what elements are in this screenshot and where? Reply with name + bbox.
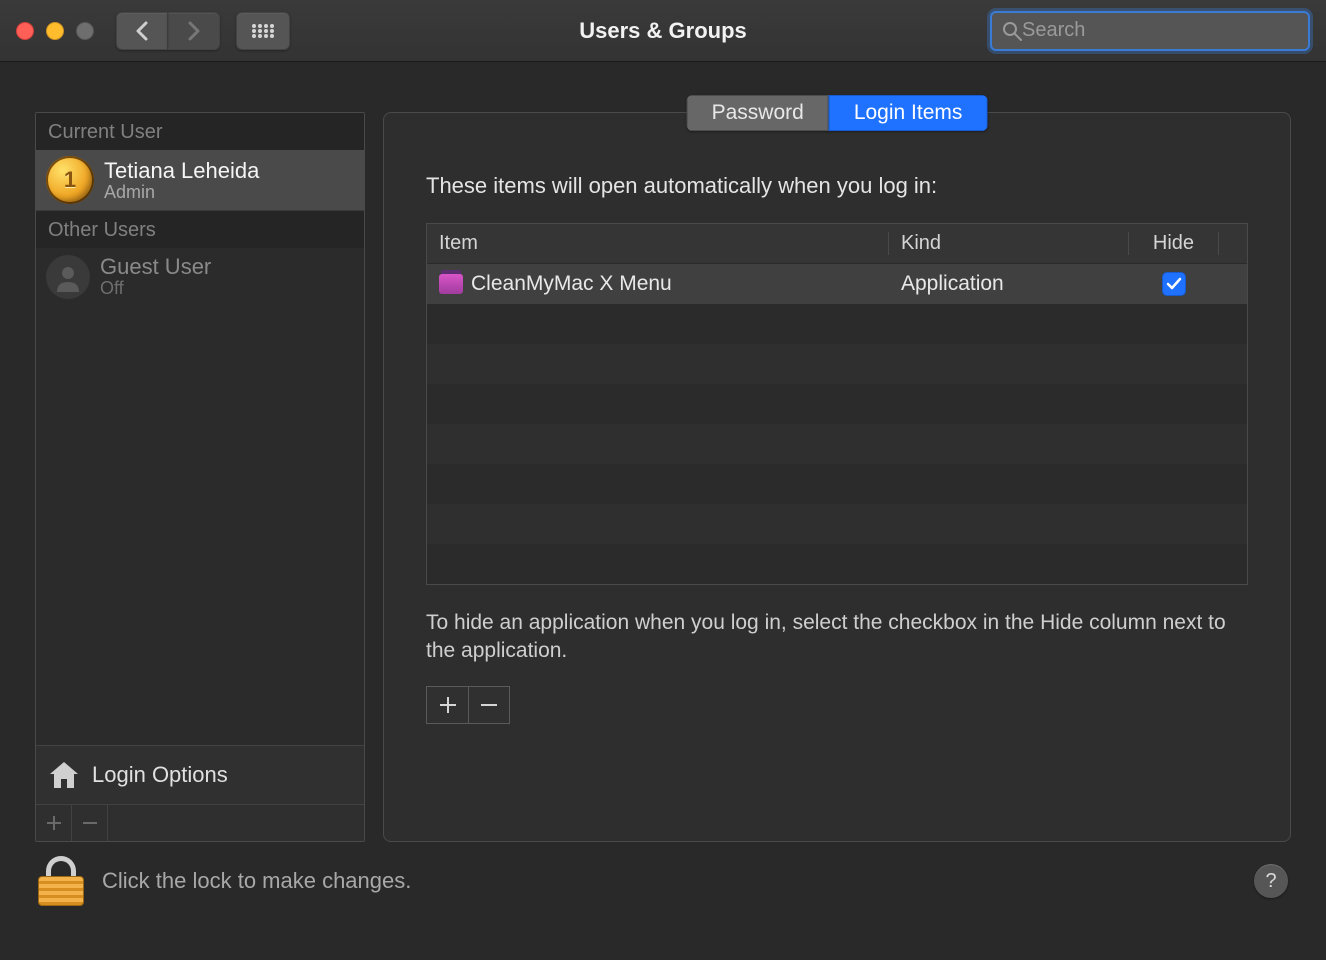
- minimize-window-button[interactable]: [46, 22, 64, 40]
- cell-item: CleanMyMac X Menu: [427, 272, 889, 296]
- sidebar-spacer: [36, 305, 364, 745]
- user-name-label: Tetiana Leheida: [104, 158, 259, 184]
- house-icon: [48, 760, 80, 790]
- users-sidebar: Current User Tetiana Leheida Admin Other…: [35, 112, 365, 842]
- titlebar: Users & Groups: [0, 0, 1326, 62]
- zoom-window-button[interactable]: [76, 22, 94, 40]
- lock-icon[interactable]: [38, 856, 84, 906]
- guest-avatar-icon: [46, 255, 90, 299]
- main-panel: Password Login Items These items will op…: [383, 112, 1291, 842]
- sidebar-footer: [36, 805, 364, 841]
- add-login-item-button[interactable]: [426, 686, 468, 724]
- user-role-label: Admin: [104, 182, 259, 203]
- cell-hide: [1129, 272, 1219, 296]
- tab-control: Password Login Items: [687, 95, 988, 131]
- show-all-button[interactable]: [236, 12, 290, 50]
- item-name-label: CleanMyMac X Menu: [471, 272, 672, 296]
- hide-checkbox[interactable]: [1162, 272, 1186, 296]
- nav-buttons: [116, 12, 220, 50]
- table-header: Item Kind Hide: [427, 224, 1247, 264]
- window-controls: [16, 22, 94, 40]
- column-kind[interactable]: Kind: [889, 232, 1129, 255]
- remove-user-button[interactable]: [72, 805, 108, 841]
- tab-login-items[interactable]: Login Items: [829, 95, 988, 131]
- search-field-wrap[interactable]: [990, 11, 1310, 51]
- guest-role-label: Off: [100, 278, 211, 299]
- login-items-lead: These items will open automatically when…: [426, 173, 1248, 199]
- other-users-header: Other Users: [36, 210, 364, 248]
- column-hide[interactable]: Hide: [1129, 232, 1219, 255]
- sidebar-guest-user[interactable]: Guest User Off: [36, 248, 364, 305]
- back-button[interactable]: [116, 12, 168, 50]
- tab-password[interactable]: Password: [687, 95, 829, 131]
- content-area: Current User Tetiana Leheida Admin Other…: [0, 62, 1326, 842]
- add-user-button[interactable]: [36, 805, 72, 841]
- current-user-header: Current User: [36, 113, 364, 150]
- help-button[interactable]: ?: [1254, 864, 1288, 898]
- search-input[interactable]: [1022, 19, 1298, 42]
- sidebar-current-user[interactable]: Tetiana Leheida Admin: [36, 150, 364, 210]
- footer: Click the lock to make changes. ?: [0, 842, 1326, 920]
- table-body: CleanMyMac X Menu Application: [427, 264, 1247, 584]
- login-options-button[interactable]: Login Options: [36, 745, 364, 805]
- login-items-table: Item Kind Hide CleanMyMac X Menu Applica…: [426, 223, 1248, 585]
- table-row-empty: [427, 424, 1247, 464]
- user-avatar-icon: [46, 156, 94, 204]
- search-icon: [1002, 21, 1022, 41]
- hide-hint-text: To hide an application when you log in, …: [426, 609, 1248, 666]
- guest-name-label: Guest User: [100, 254, 211, 280]
- table-row-empty: [427, 304, 1247, 344]
- table-row-empty: [427, 384, 1247, 424]
- table-row-empty: [427, 464, 1247, 504]
- close-window-button[interactable]: [16, 22, 34, 40]
- lock-hint-text: Click the lock to make changes.: [102, 868, 411, 894]
- forward-button[interactable]: [168, 12, 220, 50]
- table-row-empty: [427, 344, 1247, 384]
- remove-login-item-button[interactable]: [468, 686, 510, 724]
- table-row[interactable]: CleanMyMac X Menu Application: [427, 264, 1247, 304]
- table-row-empty: [427, 544, 1247, 584]
- cell-kind: Application: [889, 272, 1129, 296]
- login-options-label: Login Options: [92, 762, 228, 788]
- add-remove-item-box: [426, 686, 1248, 724]
- app-icon: [439, 274, 463, 294]
- column-item[interactable]: Item: [427, 232, 889, 255]
- table-row-empty: [427, 504, 1247, 544]
